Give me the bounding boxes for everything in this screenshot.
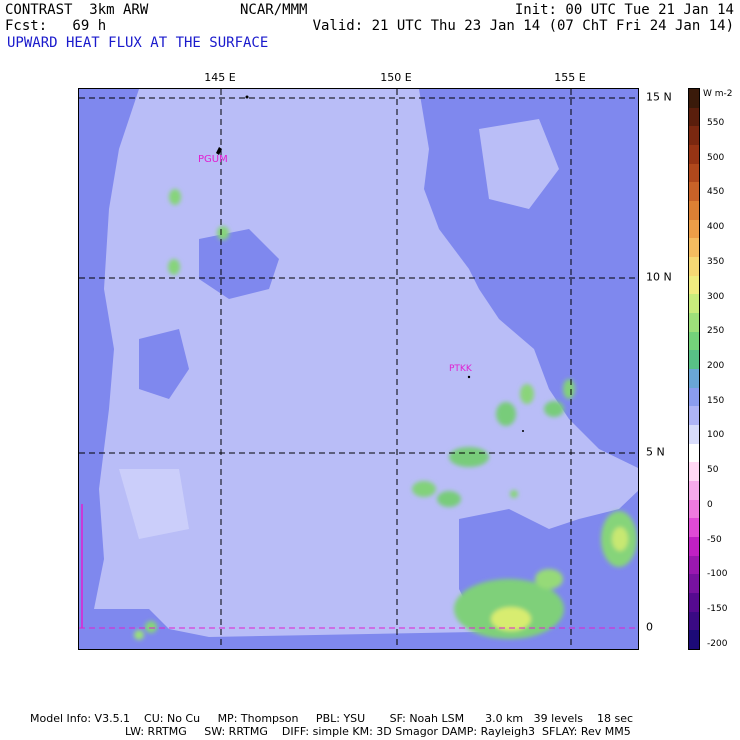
colorbar-tick-label: 0 xyxy=(707,499,713,510)
colorbar-segment xyxy=(689,238,699,258)
colorbar-tick-label: 350 xyxy=(707,256,725,267)
station-ptkk: PTKK xyxy=(449,364,473,374)
colorbar-segment xyxy=(689,219,699,239)
colorbar-segment xyxy=(689,145,699,165)
colorbar-segment xyxy=(689,555,699,575)
colorbar-segment xyxy=(689,126,699,146)
colorbar-units: W m-2 xyxy=(703,89,733,99)
colorbar-segment xyxy=(689,499,699,519)
lat-label-10n: 10 N xyxy=(646,270,672,284)
colorbar-segment xyxy=(689,163,699,183)
colorbar-tick-label: -200 xyxy=(707,638,728,649)
lon-label-155: 155 E xyxy=(554,71,586,84)
colorbar-segment xyxy=(689,350,699,370)
colorbar-segment xyxy=(689,630,699,650)
colorbar-tick-label: 500 xyxy=(707,152,725,163)
colorbar-segment xyxy=(689,89,699,109)
colorbar-segment xyxy=(689,313,699,333)
colorbar-tick-label: 400 xyxy=(707,222,725,233)
colorbar-tick-label: 550 xyxy=(707,118,725,128)
colorbar xyxy=(688,88,700,650)
colorbar-tick-label: 450 xyxy=(707,187,725,198)
lat-label-15n: 15 N xyxy=(646,90,672,104)
colorbar-tick-label: 50 xyxy=(707,465,719,475)
model-info-line1: Model Info: V3.5.1 CU: No Cu MP: Thompso… xyxy=(30,712,634,725)
station-pgum: PGUM xyxy=(198,154,228,165)
colorbar-segment xyxy=(689,537,699,557)
lat-label-5n: 5 N xyxy=(646,445,665,459)
colorbar-segment xyxy=(689,182,699,202)
field-name: UPWARD HEAT FLUX AT THE SURFACE xyxy=(7,35,269,51)
colorbar-tick-label: 100 xyxy=(707,430,725,441)
colorbar-segment xyxy=(689,518,699,538)
colorbar-segment xyxy=(689,593,699,613)
lon-label-145: 145 E xyxy=(204,71,236,84)
colorbar-tick-label: 300 xyxy=(707,291,725,302)
colorbar-segment xyxy=(689,201,699,221)
colorbar-tick-label: -50 xyxy=(707,534,722,545)
colorbar-segment xyxy=(689,294,699,314)
colorbar-segment xyxy=(689,611,699,631)
lon-label-150: 150 E xyxy=(380,71,412,84)
colorbar-tick-label: 250 xyxy=(707,326,725,337)
forecast-hour: Fcst: 69 h xyxy=(5,18,107,34)
colorbar-segment xyxy=(689,331,699,351)
colorbar-segment xyxy=(689,387,699,407)
colorbar-segment xyxy=(689,462,699,482)
colorbar-segment xyxy=(689,107,699,127)
colorbar-segment xyxy=(689,425,699,445)
colorbar-segment xyxy=(689,369,699,389)
colorbar-segment xyxy=(689,481,699,501)
valid-time: Valid: 21 UTC Thu 23 Jan 14 (07 ChT Fri … xyxy=(312,18,734,34)
heat-flux-map: PGUM PTKK xyxy=(79,89,638,649)
colorbar-segment xyxy=(689,257,699,277)
colorbar-segment xyxy=(689,574,699,594)
model-info-line2: LW: RRTMG SW: RRTMG DIFF: simple KM: 3D … xyxy=(125,725,631,738)
colorbar-tick-label: -100 xyxy=(707,569,728,580)
colorbar-segment xyxy=(689,406,699,426)
colorbar-segment xyxy=(689,275,699,295)
colorbar-segment xyxy=(689,443,699,463)
colorbar-tick-label: -150 xyxy=(707,604,728,615)
center-name: NCAR/MMM xyxy=(240,2,308,18)
model-title: CONTRAST 3km ARW xyxy=(5,2,149,18)
init-time: Init: 00 UTC Tue 21 Jan 14 xyxy=(514,2,734,18)
colorbar-tick-label: 200 xyxy=(707,360,725,371)
colorbar-tick-label: 150 xyxy=(707,395,725,406)
map-panel: PGUM PTKK xyxy=(78,88,639,650)
lat-label-0: 0 xyxy=(646,620,653,634)
